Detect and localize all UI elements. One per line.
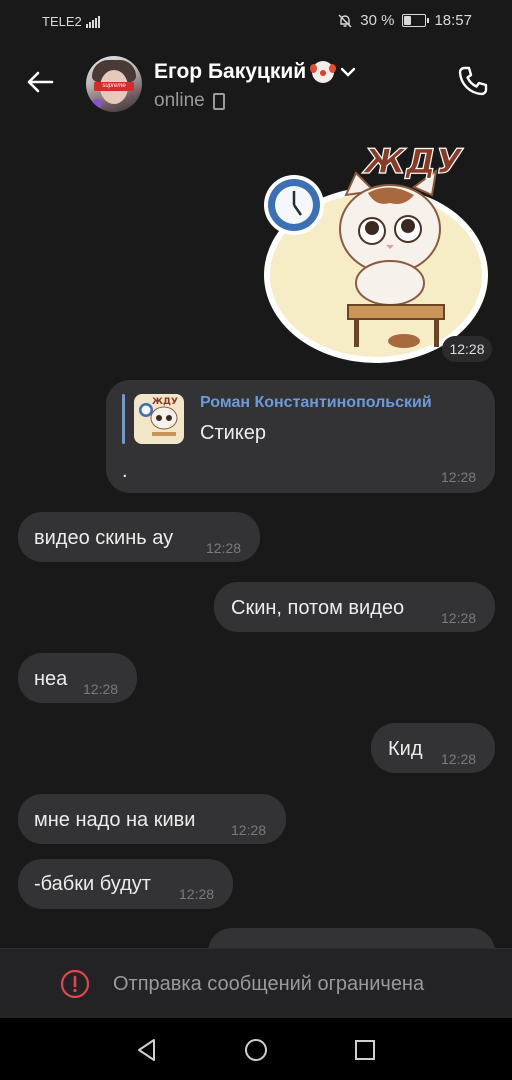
mobile-device-icon	[212, 92, 225, 110]
message-bubble-outgoing[interactable]: Скин, потом видео 12:28	[214, 582, 495, 632]
clown-emoji-icon	[310, 61, 337, 83]
signal-icon	[85, 15, 100, 28]
message-bubble-incoming[interactable]: -бабки будут 12:28	[18, 859, 233, 909]
message-text: неа	[34, 668, 68, 690]
message-text: -бабки будут	[34, 873, 151, 895]
message-bubble-outgoing-partial[interactable]	[208, 928, 495, 948]
bell-muted-icon	[338, 14, 352, 27]
contact-status: online	[154, 90, 225, 112]
message-bubble-incoming[interactable]: неа 12:28	[18, 653, 137, 703]
avatar-badge	[92, 99, 102, 109]
contact-name: Егор Бакуцкий	[154, 60, 307, 83]
message-time: 12:28	[231, 822, 267, 838]
composer-restriction-bar: Отправка сообщений ограничена	[0, 948, 512, 1019]
system-nav-bar	[0, 1018, 512, 1080]
sticker-timestamp: 12:28	[442, 336, 492, 362]
status-text: online	[154, 90, 205, 111]
phone-icon	[458, 66, 488, 96]
nav-back-icon[interactable]	[134, 1037, 160, 1063]
reply-message[interactable]: ЖДУ Роман Константинопольский Стикер . 1…	[106, 380, 495, 493]
contact-title[interactable]: Егор Бакуцкий	[154, 60, 356, 84]
nav-home-icon[interactable]	[243, 1037, 269, 1063]
message-time: 12:28	[441, 469, 477, 485]
message-text: видео скинь ау	[34, 527, 174, 549]
avatar[interactable]: supreme	[86, 56, 142, 112]
sticker-message[interactable]: ЖДУ	[264, 133, 490, 369]
status-right: 30 % 18:57	[338, 12, 472, 29]
message-list[interactable]: ЖДУ 12:28 ЖДУ Роман Константинопольский …	[0, 125, 512, 948]
reply-quoted-text: Стикер	[200, 422, 266, 444]
sticker-thumbnail: ЖДУ	[134, 394, 184, 444]
message-text: Скин, потом видео	[231, 597, 405, 619]
status-left: TELE2	[42, 14, 100, 29]
call-button[interactable]	[456, 64, 492, 100]
reply-bar	[122, 394, 125, 444]
chat-header: supreme Егор Бакуцкий online	[0, 42, 512, 122]
back-button[interactable]	[22, 64, 58, 100]
reply-author: Роман Константинопольский	[200, 394, 432, 411]
battery-icon	[402, 14, 430, 27]
svg-text:ЖДУ: ЖДУ	[152, 397, 178, 407]
message-bubble-incoming[interactable]: видео скинь ау 12:28	[18, 512, 260, 562]
message-bubble-incoming[interactable]: мне надо на киви 12:28	[18, 794, 286, 844]
back-arrow-icon	[27, 71, 54, 93]
message-text: Кид	[388, 738, 423, 760]
message-time: 12:28	[441, 751, 477, 767]
message-text: мне надо на киви	[34, 809, 196, 831]
carrier-label: TELE2	[42, 14, 82, 29]
chevron-down-icon[interactable]	[340, 67, 356, 77]
battery-percent: 30 %	[360, 12, 395, 29]
clock-icon	[264, 175, 324, 235]
clock: 18:57	[434, 12, 472, 29]
message-time: 12:28	[206, 540, 242, 556]
avatar-label-graphic: supreme	[94, 82, 134, 91]
status-bar: TELE2 30 % 18:57	[0, 0, 512, 42]
message-bubble-outgoing[interactable]: Кид 12:28	[371, 723, 495, 773]
message-text: .	[122, 460, 128, 482]
message-time: 12:28	[441, 610, 477, 626]
sticker-caption: ЖДУ	[362, 142, 464, 182]
restriction-notice: Отправка сообщений ограничена	[113, 973, 425, 995]
nav-recents-icon[interactable]	[352, 1037, 378, 1063]
alert-icon	[60, 969, 90, 999]
message-time: 12:28	[83, 681, 119, 697]
message-time: 12:28	[179, 886, 215, 902]
